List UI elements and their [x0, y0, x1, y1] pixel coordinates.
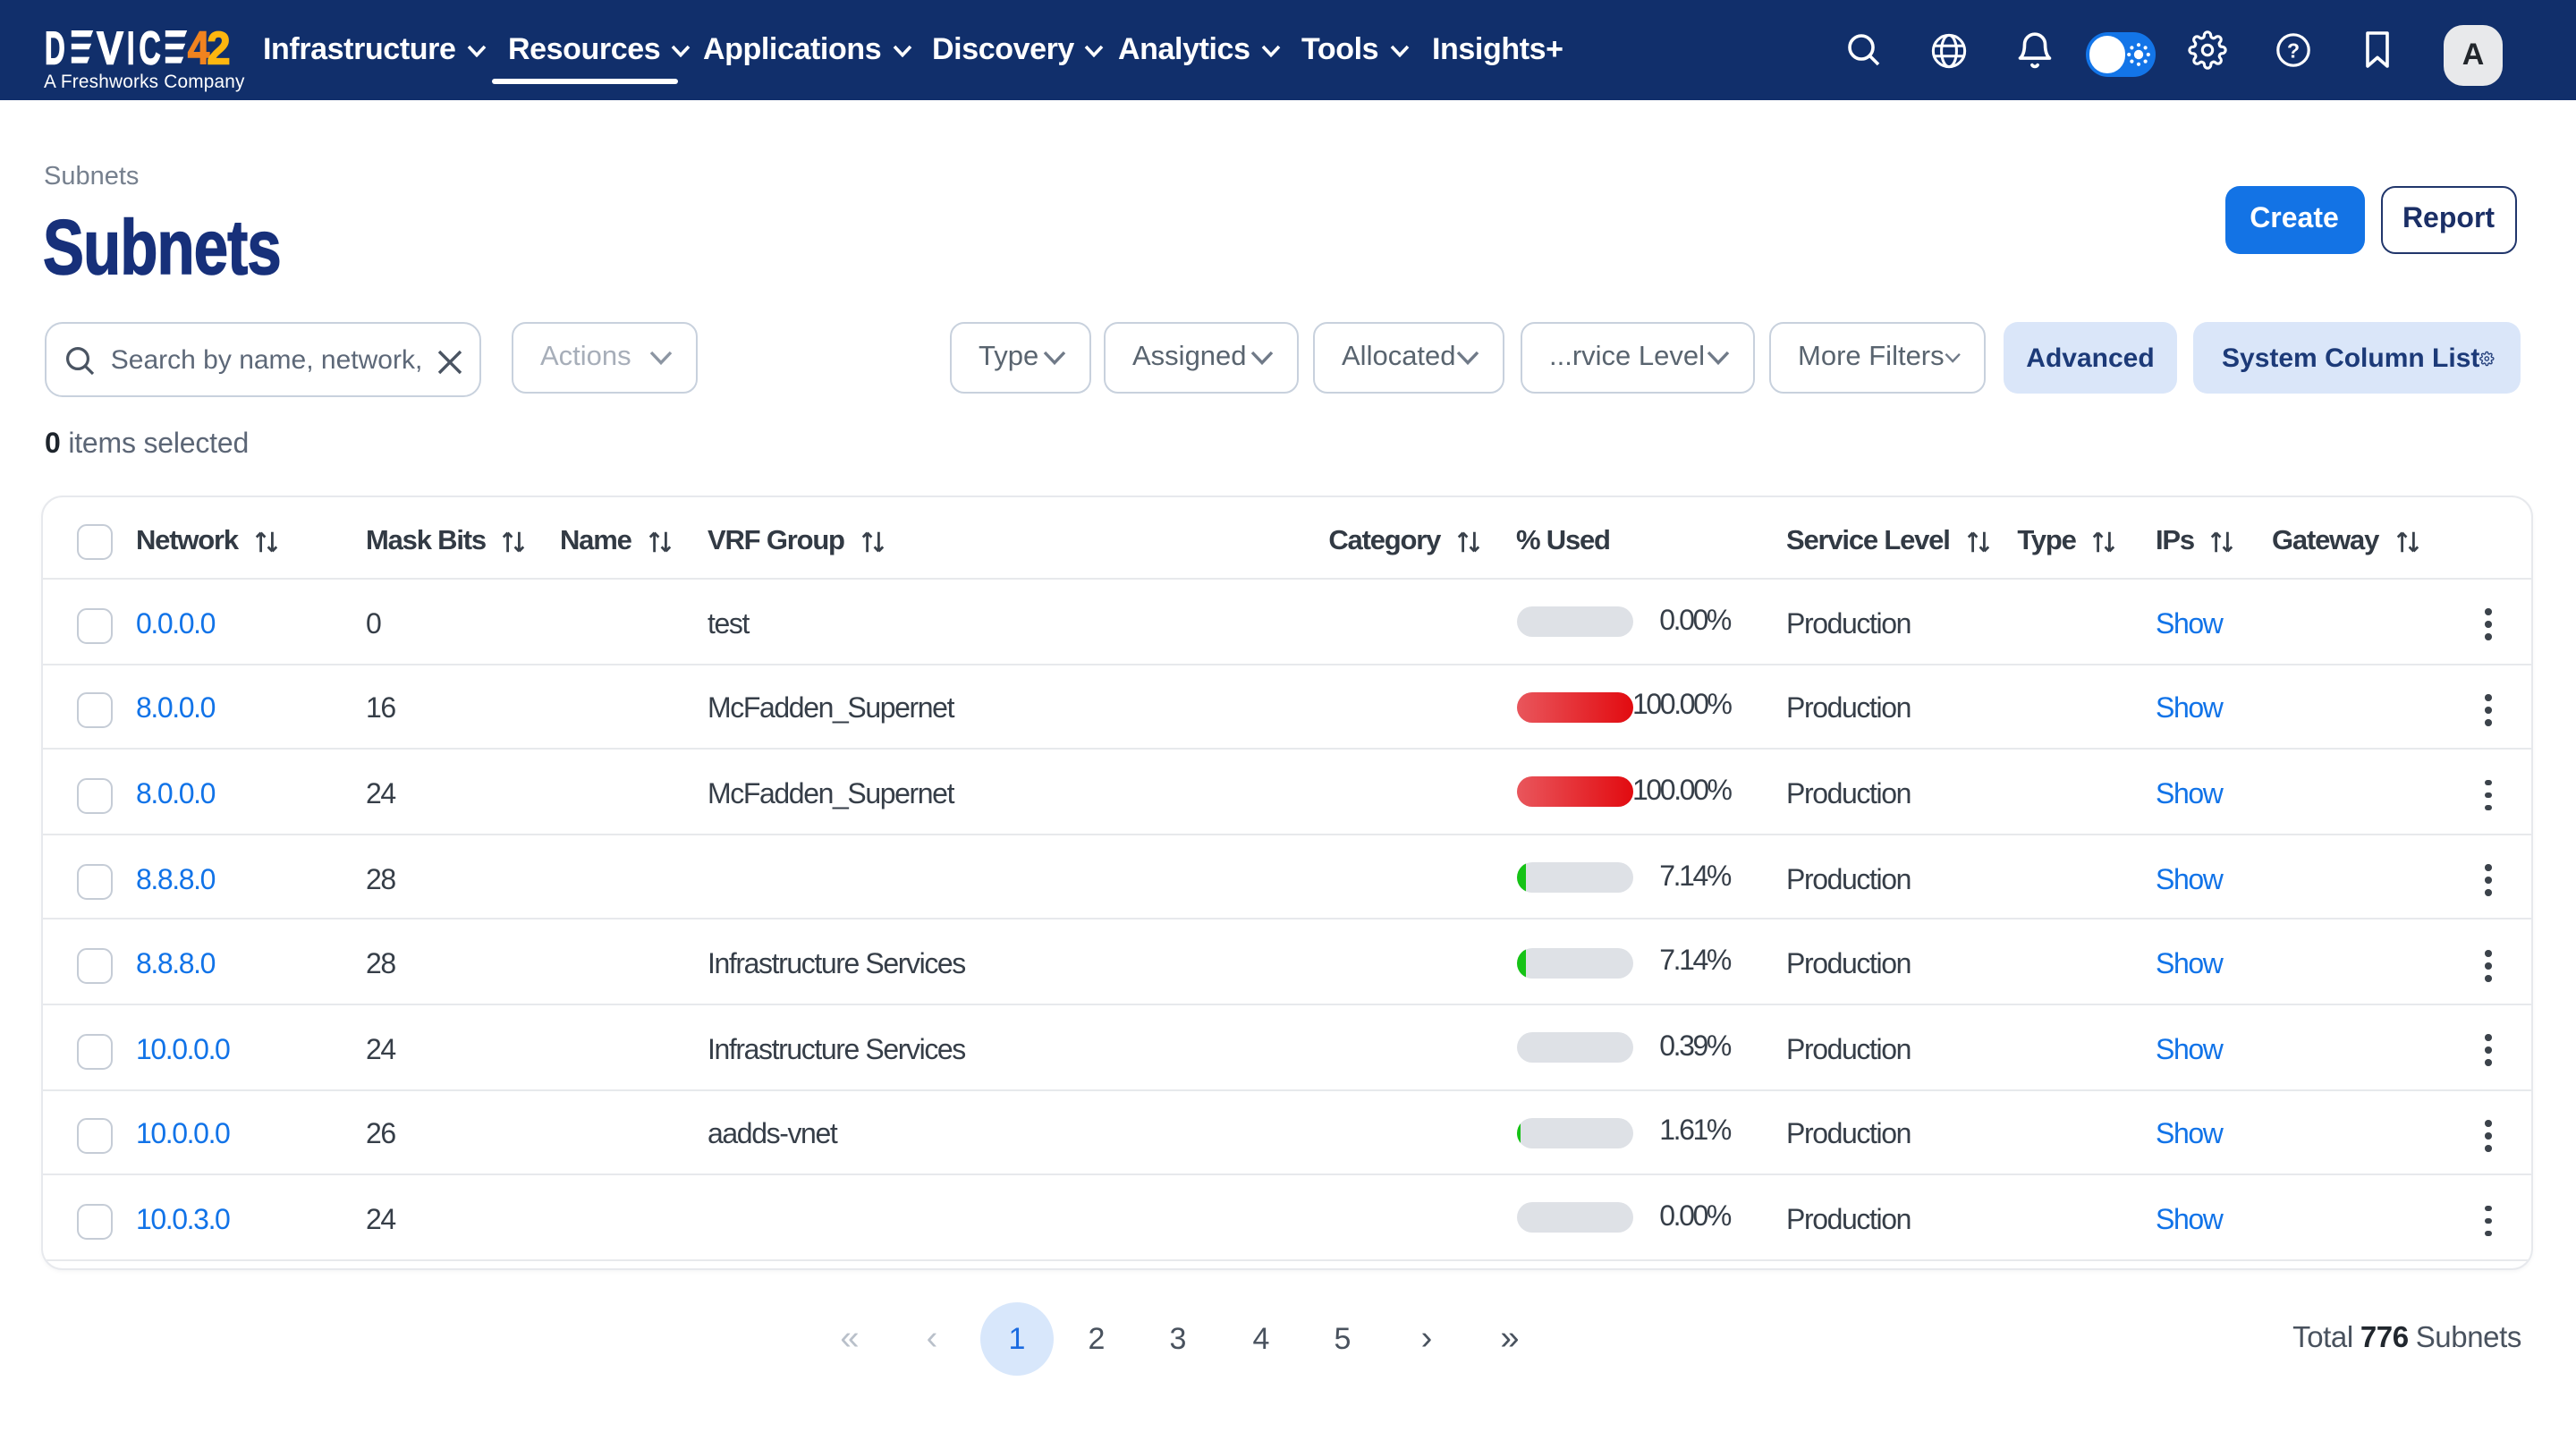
svg-text:D: D	[44, 30, 64, 66]
svg-text:V: V	[96, 30, 123, 66]
svg-text:2: 2	[206, 30, 229, 66]
svg-text:I: I	[126, 30, 133, 66]
svg-text:C: C	[138, 30, 159, 66]
svg-text:?: ?	[2287, 38, 2300, 62]
